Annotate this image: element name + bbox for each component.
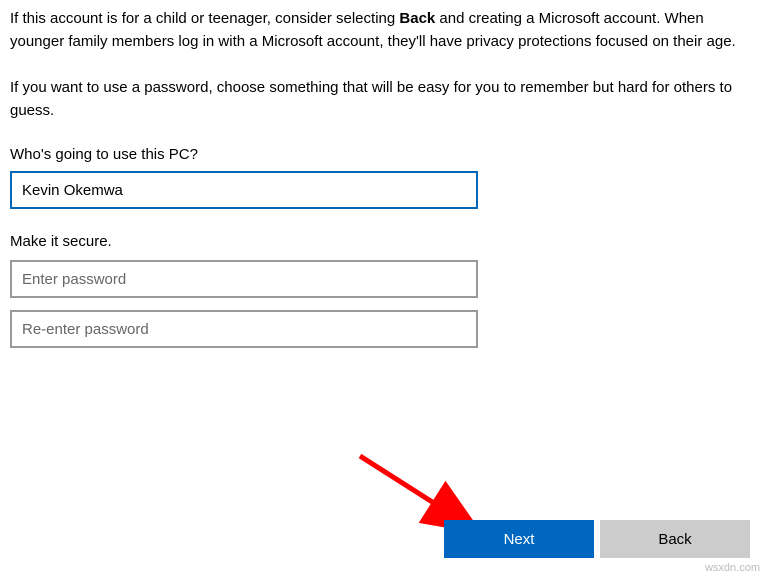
next-button[interactable]: Next (444, 520, 594, 558)
username-input[interactable] (10, 171, 478, 209)
intro-child-account: If this account is for a child or teenag… (10, 8, 750, 53)
password-input[interactable] (10, 260, 478, 298)
intro-bold-back: Back (399, 10, 435, 27)
watermark-text: wsxdn.com (705, 562, 760, 574)
intro-password-tip: If you want to use a password, choose so… (10, 77, 750, 122)
footer-buttons: Next Back (444, 520, 750, 558)
back-button[interactable]: Back (600, 520, 750, 558)
password-confirm-input[interactable] (10, 310, 478, 348)
label-who: Who's going to use this PC? (10, 146, 758, 163)
intro-text-a: If this account is for a child or teenag… (10, 10, 399, 27)
label-secure: Make it secure. (10, 233, 758, 250)
